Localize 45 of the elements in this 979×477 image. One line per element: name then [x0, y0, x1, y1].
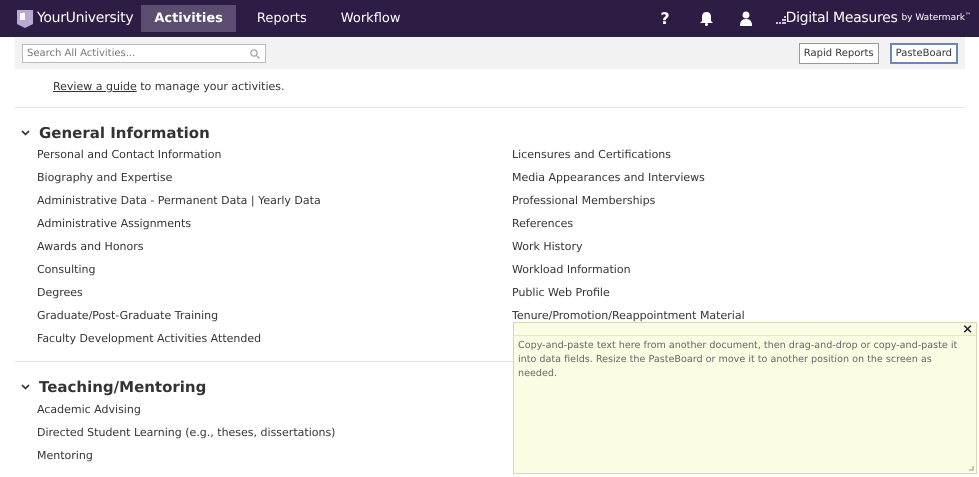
activity-link[interactable]: Awards and Honors [37, 240, 144, 254]
toolbar-button[interactable]: Rapid Reports [798, 42, 879, 64]
section-title[interactable]: Teaching/Mentoring [39, 376, 206, 398]
toolbar-button[interactable]: PasteBoard [890, 42, 958, 64]
activity-link[interactable]: References [512, 217, 574, 231]
activity-link[interactable]: Licensures and Certifications [512, 148, 672, 162]
chevron-icon[interactable] [21, 130, 30, 136]
nav-tab[interactable]: Activities [141, 4, 236, 32]
vendor-byline: by Watermark$^{™}$ [901, 12, 971, 25]
activity-link[interactable]: Biography and Expertise [37, 171, 172, 185]
activity-link[interactable]: Work History [512, 240, 582, 254]
nav-tab[interactable]: Reports [244, 4, 320, 32]
close-button[interactable]: × [959, 323, 976, 335]
activity-link[interactable]: Media Appearances and Interviews [512, 171, 705, 185]
activity-link[interactable]: Public Web Profile [512, 286, 610, 300]
activity-link[interactable]: Faculty Development Activities Attended [37, 332, 262, 346]
user-icon[interactable] [740, 11, 752, 26]
activity-link[interactable]: Academic Advising [37, 402, 141, 416]
search-field[interactable]: Search All Activities... [22, 44, 266, 62]
search-icon[interactable] [250, 48, 260, 58]
shield-icon [16, 8, 34, 28]
activity-link[interactable]: Personal and Contact Information [37, 148, 222, 162]
activity-link[interactable]: Workload Information [512, 263, 631, 277]
activity-link[interactable]: Directed Student Learning (e.g., theses, dissertations) [37, 426, 336, 440]
chevron-icon[interactable] [21, 384, 30, 390]
activity-link[interactable]: Administrative Data - Permanent Data | Yearly Data [37, 194, 321, 208]
resize-handle-icon[interactable] [968, 465, 974, 471]
activity-link[interactable]: Mentoring [37, 448, 93, 462]
activity-link[interactable]: Tenure/Promotion/Reappointment Material [512, 309, 745, 323]
guide-text: Review a guide to manage your activities. [15, 69, 965, 108]
bell-icon[interactable] [700, 11, 713, 26]
activity-link[interactable]: Professional Memberships [512, 194, 656, 208]
activity-link[interactable]: Consulting [37, 263, 96, 277]
section-title[interactable]: General Information [39, 122, 210, 144]
brand-name: YourUniversity [37, 9, 134, 28]
activity-link[interactable]: Graduate/Post-Graduate Training [37, 309, 218, 323]
activity-link[interactable]: Degrees [37, 286, 83, 300]
nav-tab[interactable]: Workflow [328, 4, 414, 32]
guide-link[interactable]: Review a guide [53, 80, 137, 93]
pasteboard-text: Copy-and-paste text here from another document, then drag-and-drop or copy-and-paste it into data fields. Resize the PasteBoard or move it to another position on the screen as needed. [517, 339, 958, 381]
activity-link[interactable]: Administrative Assignments [37, 217, 192, 231]
pasteboard-dialog[interactable]: × Copy-and-paste text here from another document, then drag-and-drop or copy-and-paste it into data fields. Resize the PasteBoard or move it to another position on the screen as needed. [513, 322, 977, 474]
dots-logo-icon [776, 14, 786, 24]
vendor-logo: Digital Measures [786, 9, 898, 28]
help-icon[interactable]: ? [660, 6, 670, 30]
